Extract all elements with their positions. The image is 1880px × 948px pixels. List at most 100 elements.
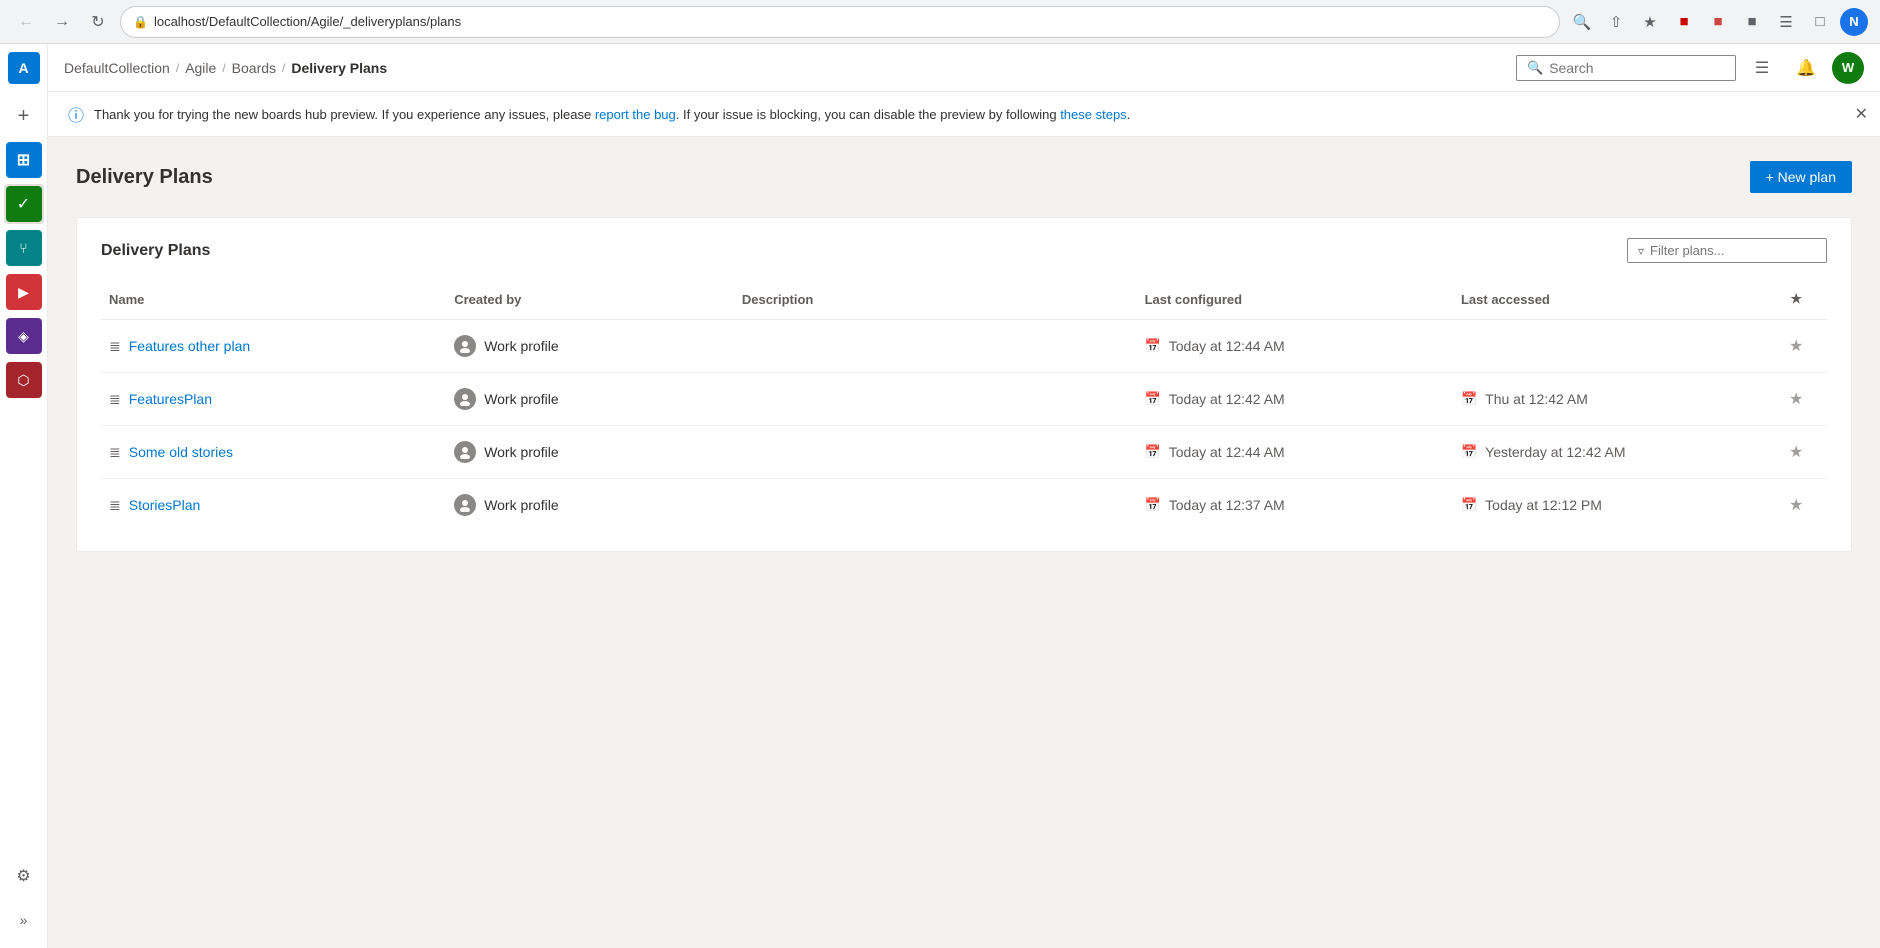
search-box[interactable]: 🔍 bbox=[1516, 55, 1736, 81]
app-layout: A + ⊞ ✓ ⑂ ▶ ◈ ⬡ ⚙ » DefaultCollection bbox=[0, 44, 1880, 948]
favorite-button[interactable]: ★ bbox=[1787, 334, 1805, 358]
calendar-icon: 📅 bbox=[1145, 391, 1161, 407]
col-last-configured: Last configured bbox=[1137, 283, 1453, 320]
col-name: Name bbox=[101, 283, 446, 320]
share-button[interactable]: ⇧ bbox=[1602, 8, 1630, 36]
filter-icon: ▿ bbox=[1638, 244, 1644, 258]
table-row[interactable]: ≣ Features other plan Work profile 📅 Tod… bbox=[101, 320, 1827, 373]
user-avatar-sm bbox=[454, 388, 476, 410]
breadcrumb-sep-2: / bbox=[222, 61, 225, 75]
app-logo[interactable]: A bbox=[8, 52, 40, 84]
ext2-button[interactable]: ■ bbox=[1704, 8, 1732, 36]
filter-box[interactable]: ▿ bbox=[1627, 238, 1827, 263]
last-configured-text: Today at 12:44 AM bbox=[1169, 338, 1285, 354]
plan-name-link[interactable]: StoriesPlan bbox=[129, 497, 201, 513]
col-last-accessed: Last accessed bbox=[1453, 283, 1769, 320]
calendar-icon: 📅 bbox=[1145, 338, 1161, 354]
collapse-button[interactable]: » bbox=[4, 900, 44, 940]
favorite-button[interactable]: ★ bbox=[1787, 387, 1805, 411]
last-configured-cell: 📅 Today at 12:42 AM bbox=[1137, 373, 1453, 426]
search-input[interactable] bbox=[1549, 60, 1725, 76]
created-by-cell: Work profile bbox=[446, 479, 734, 532]
settings-button[interactable]: ⚙ bbox=[4, 856, 44, 896]
col-description: Description bbox=[734, 283, 1137, 320]
table-row[interactable]: ≣ Some old stories Work profile 📅 Today … bbox=[101, 426, 1827, 479]
back-button[interactable]: ← bbox=[12, 8, 40, 36]
filter-input[interactable] bbox=[1650, 243, 1816, 258]
plan-icon: ≣ bbox=[109, 444, 121, 461]
user-avatar-sm bbox=[454, 441, 476, 463]
notification-button[interactable]: 🔔 bbox=[1788, 50, 1824, 86]
sidebar-toggle-button[interactable]: □ bbox=[1806, 8, 1834, 36]
breadcrumb-delivery-plans: Delivery Plans bbox=[291, 60, 387, 76]
user-avatar-sm bbox=[454, 494, 476, 516]
search-browser-button[interactable]: 🔍 bbox=[1568, 8, 1596, 36]
created-by-cell: Work profile bbox=[446, 426, 734, 479]
table-row[interactable]: ≣ FeaturesPlan Work profile 📅 Today at 1… bbox=[101, 373, 1827, 426]
breadcrumb: DefaultCollection / Agile / Boards / Del… bbox=[64, 60, 1516, 76]
user-avatar[interactable]: W bbox=[1832, 52, 1864, 84]
plans-card-title: Delivery Plans bbox=[101, 242, 210, 260]
favorite-button[interactable]: ★ bbox=[1787, 440, 1805, 464]
sidebar-testplans-button[interactable]: ◈ bbox=[4, 316, 44, 356]
created-by-text: Work profile bbox=[484, 338, 558, 354]
plans-table: Name Created by Description Last configu… bbox=[101, 283, 1827, 531]
last-accessed-cell: 📅 Today at 12:12 PM bbox=[1453, 479, 1769, 532]
last-accessed-cell: 📅 Thu at 12:42 AM bbox=[1453, 373, 1769, 426]
logo-icon: A bbox=[8, 52, 40, 84]
calendar-icon: 📅 bbox=[1461, 444, 1477, 460]
last-configured-cell: 📅 Today at 12:44 AM bbox=[1137, 320, 1453, 373]
plans-card-header: Delivery Plans ▿ bbox=[101, 238, 1827, 263]
star-cell: ★ bbox=[1769, 320, 1827, 373]
left-sidebar: A + ⊞ ✓ ⑂ ▶ ◈ ⬡ ⚙ » bbox=[0, 44, 48, 948]
plan-name-link[interactable]: FeaturesPlan bbox=[129, 391, 212, 407]
bookmark-button[interactable]: ★ bbox=[1636, 8, 1664, 36]
breadcrumb-defaultcollection[interactable]: DefaultCollection bbox=[64, 60, 170, 76]
ext1-button[interactable]: ■ bbox=[1670, 8, 1698, 36]
favorite-button[interactable]: ★ bbox=[1787, 493, 1805, 517]
breadcrumb-sep-1: / bbox=[176, 61, 179, 75]
url-text: localhost/DefaultCollection/Agile/_deliv… bbox=[154, 14, 461, 29]
refresh-button[interactable]: ↻ bbox=[84, 8, 112, 36]
breadcrumb-boards[interactable]: Boards bbox=[232, 60, 276, 76]
sidebar-repos-button[interactable]: ⑂ bbox=[4, 228, 44, 268]
description-cell bbox=[734, 373, 1137, 426]
ext4-button[interactable]: ☰ bbox=[1772, 8, 1800, 36]
col-star: ★ bbox=[1769, 283, 1827, 320]
user-avatar-sm bbox=[454, 335, 476, 357]
info-banner: ⓘ Thank you for trying the new boards hu… bbox=[48, 92, 1880, 137]
plan-name-link[interactable]: Some old stories bbox=[129, 444, 233, 460]
breadcrumb-agile[interactable]: Agile bbox=[185, 60, 216, 76]
info-icon: ⓘ bbox=[68, 102, 84, 126]
sidebar-boards-button[interactable]: ✓ bbox=[4, 184, 44, 224]
star-cell: ★ bbox=[1769, 426, 1827, 479]
lock-icon: 🔒 bbox=[133, 15, 148, 29]
sidebar-artifacts-button[interactable]: ⬡ bbox=[4, 360, 44, 400]
main-content: DefaultCollection / Agile / Boards / Del… bbox=[48, 44, 1880, 948]
plan-name-link[interactable]: Features other plan bbox=[129, 338, 250, 354]
last-accessed-text: Today at 12:12 PM bbox=[1485, 497, 1602, 513]
these-steps-link[interactable]: these steps bbox=[1060, 107, 1127, 122]
report-bug-link[interactable]: report the bug bbox=[595, 107, 676, 122]
calendar-icon: 📅 bbox=[1145, 497, 1161, 513]
pipelines-icon: ▶ bbox=[6, 274, 42, 310]
plan-name-cell: ≣ StoriesPlan bbox=[101, 479, 446, 532]
ext3-button[interactable]: ■ bbox=[1738, 8, 1766, 36]
table-row[interactable]: ≣ StoriesPlan Work profile 📅 Today at 12… bbox=[101, 479, 1827, 532]
banner-close-button[interactable]: ✕ bbox=[1855, 104, 1868, 124]
list-view-button[interactable]: ☰ bbox=[1744, 50, 1780, 86]
sidebar-home-button[interactable]: ⊞ bbox=[4, 140, 44, 180]
home-icon: ⊞ bbox=[6, 142, 42, 178]
address-bar[interactable]: 🔒 localhost/DefaultCollection/Agile/_del… bbox=[120, 6, 1560, 38]
sidebar-add-button[interactable]: + bbox=[4, 96, 44, 136]
plan-name-cell: ≣ FeaturesPlan bbox=[101, 373, 446, 426]
forward-button[interactable]: → bbox=[48, 8, 76, 36]
sidebar-pipelines-button[interactable]: ▶ bbox=[4, 272, 44, 312]
last-accessed-text: Thu at 12:42 AM bbox=[1485, 391, 1588, 407]
plan-icon: ≣ bbox=[109, 338, 121, 355]
page-header: Delivery Plans + New plan bbox=[76, 161, 1852, 193]
last-configured-text: Today at 12:42 AM bbox=[1169, 391, 1285, 407]
new-plan-button[interactable]: + New plan bbox=[1750, 161, 1852, 193]
last-accessed-cell: 📅 Yesterday at 12:42 AM bbox=[1453, 426, 1769, 479]
browser-profile-avatar[interactable]: N bbox=[1840, 8, 1868, 36]
